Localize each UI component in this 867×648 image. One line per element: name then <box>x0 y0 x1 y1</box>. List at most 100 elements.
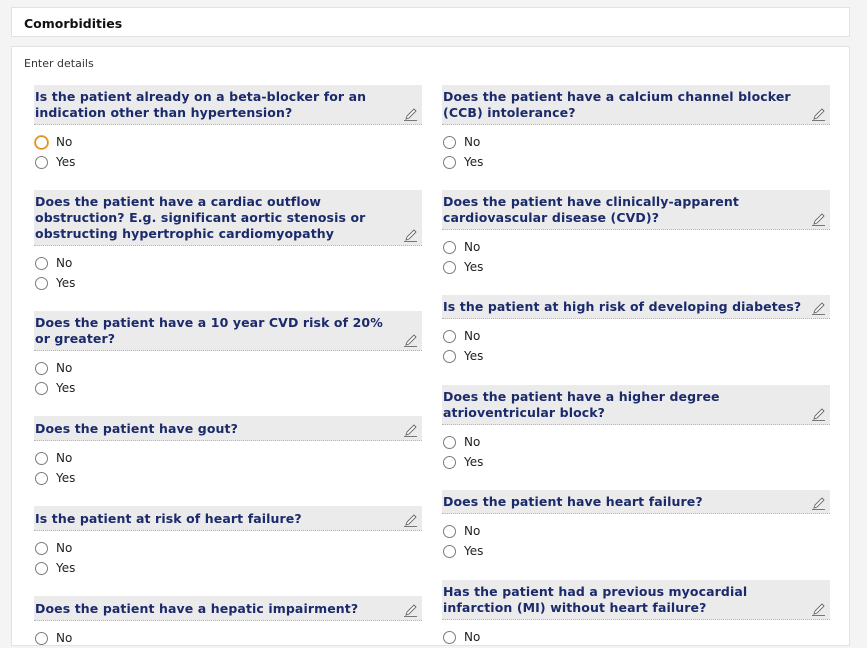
option-yes[interactable]: Yes <box>34 468 422 488</box>
question-text: Does the patient have a higher degree at… <box>443 389 720 420</box>
question-text: Does the patient have a hepatic impairme… <box>35 601 359 616</box>
radio-no[interactable] <box>35 361 48 375</box>
option-yes[interactable]: Yes <box>442 152 830 172</box>
question-text: Does the patient have a 10 year CVD risk… <box>35 315 383 346</box>
edit-pencil-icon[interactable] <box>811 108 826 122</box>
option-no[interactable]: No <box>442 521 830 541</box>
option-yes[interactable]: Yes <box>442 257 830 277</box>
question-text: Is the patient at high risk of developin… <box>443 299 802 314</box>
radio-no[interactable] <box>35 451 48 465</box>
option-label: Yes <box>464 455 484 469</box>
edit-pencil-icon[interactable] <box>403 514 418 528</box>
option-no[interactable]: No <box>442 326 830 346</box>
edit-pencil-icon[interactable] <box>811 603 826 617</box>
option-label: Yes <box>56 471 76 485</box>
edit-pencil-icon[interactable] <box>811 302 826 316</box>
radio-yes[interactable] <box>443 455 456 469</box>
question-text: Does the patient have gout? <box>35 421 238 436</box>
option-no[interactable]: No <box>34 358 422 378</box>
question-beta-blocker: Is the patient already on a beta-blocker… <box>34 85 422 172</box>
option-label: No <box>464 240 481 254</box>
content-panel: Enter details Is the patient already on … <box>11 46 850 646</box>
question-cardiac-outflow: Does the patient have a cardiac outflow … <box>34 190 422 293</box>
question-clinical-cvd: Does the patient have clinically-apparen… <box>442 190 830 277</box>
question-risk-heart-failure: Is the patient at risk of heart failure?… <box>34 506 422 578</box>
option-label: Yes <box>464 544 484 558</box>
edit-pencil-icon[interactable] <box>403 229 418 243</box>
question-text: Does the patient have clinically-apparen… <box>443 194 739 225</box>
option-label: Yes <box>56 155 76 169</box>
radio-yes[interactable] <box>35 155 48 169</box>
option-no[interactable]: No <box>442 432 830 452</box>
radio-no[interactable] <box>35 135 48 149</box>
question-text: Is the patient at risk of heart failure? <box>35 511 302 526</box>
option-label: No <box>464 135 481 149</box>
option-no[interactable]: No <box>442 627 830 647</box>
radio-no[interactable] <box>443 329 456 343</box>
question-ccb-intolerance: Does the patient have a calcium channel … <box>442 85 830 172</box>
option-label: Yes <box>464 155 484 169</box>
radio-no[interactable] <box>443 630 456 644</box>
question-text: Is the patient already on a beta-blocker… <box>35 89 367 120</box>
option-yes[interactable]: Yes <box>34 152 422 172</box>
option-label: No <box>56 361 73 375</box>
option-no[interactable]: No <box>442 132 830 152</box>
option-no[interactable]: No <box>34 448 422 468</box>
option-label: Yes <box>56 561 76 575</box>
question-diabetes-risk: Is the patient at high risk of developin… <box>442 295 830 366</box>
question-cvd-risk: Does the patient have a 10 year CVD risk… <box>34 311 422 398</box>
edit-pencil-icon[interactable] <box>403 334 418 348</box>
radio-no[interactable] <box>443 240 456 254</box>
section-title: Comorbidities <box>24 16 123 31</box>
question-hepatic-impairment: Does the patient have a hepatic impairme… <box>34 596 422 648</box>
option-no[interactable]: No <box>34 628 422 648</box>
option-label: No <box>464 524 481 538</box>
question-av-block: Does the patient have a higher degree at… <box>442 385 830 472</box>
option-yes[interactable]: Yes <box>442 346 830 366</box>
option-label: Yes <box>464 260 484 274</box>
question-gout: Does the patient have gout? No Yes <box>34 416 422 488</box>
radio-yes[interactable] <box>443 544 456 558</box>
edit-pencil-icon[interactable] <box>403 108 418 122</box>
option-label: No <box>56 451 73 465</box>
radio-no[interactable] <box>35 256 48 270</box>
option-label: Yes <box>56 381 76 395</box>
option-label: No <box>56 541 73 555</box>
option-yes[interactable]: Yes <box>34 273 422 293</box>
option-yes[interactable]: Yes <box>34 558 422 578</box>
radio-no[interactable] <box>443 435 456 449</box>
question-text: Does the patient have a cardiac outflow … <box>35 194 366 241</box>
radio-no[interactable] <box>443 524 456 538</box>
edit-pencil-icon[interactable] <box>811 213 826 227</box>
option-no[interactable]: No <box>34 538 422 558</box>
enter-details-label: Enter details <box>24 57 94 70</box>
question-heart-failure: Does the patient have heart failure? No … <box>442 490 830 561</box>
radio-yes[interactable] <box>443 349 456 363</box>
option-yes[interactable]: Yes <box>442 452 830 472</box>
radio-yes[interactable] <box>35 561 48 575</box>
edit-pencil-icon[interactable] <box>811 497 826 511</box>
radio-yes[interactable] <box>443 155 456 169</box>
option-no[interactable]: No <box>34 132 422 152</box>
option-no[interactable]: No <box>34 253 422 273</box>
edit-pencil-icon[interactable] <box>811 408 826 422</box>
edit-pencil-icon[interactable] <box>403 424 418 438</box>
option-label: No <box>56 631 73 645</box>
radio-yes[interactable] <box>443 260 456 274</box>
radio-no[interactable] <box>443 135 456 149</box>
question-text: Does the patient have heart failure? <box>443 494 703 509</box>
radio-yes[interactable] <box>35 471 48 485</box>
radio-yes[interactable] <box>35 276 48 290</box>
option-no[interactable]: No <box>442 237 830 257</box>
edit-pencil-icon[interactable] <box>403 604 418 618</box>
option-yes[interactable]: Yes <box>34 378 422 398</box>
option-label: No <box>464 630 481 644</box>
radio-yes[interactable] <box>35 381 48 395</box>
question-text: Has the patient had a previous myocardia… <box>443 584 748 615</box>
section-header: Comorbidities <box>11 7 850 37</box>
option-yes[interactable]: Yes <box>442 541 830 561</box>
radio-no[interactable] <box>35 541 48 555</box>
question-previous-mi: Has the patient had a previous myocardia… <box>442 580 830 647</box>
option-label: No <box>464 329 481 343</box>
radio-no[interactable] <box>35 631 48 645</box>
